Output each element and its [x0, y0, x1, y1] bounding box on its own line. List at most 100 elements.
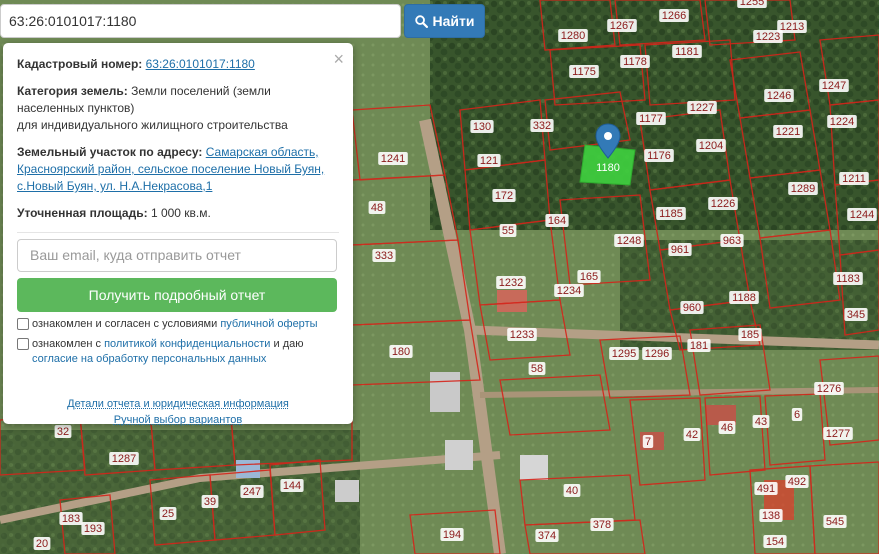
parcel-label[interactable]: 165	[580, 271, 598, 283]
parcel-label[interactable]: 961	[671, 244, 689, 256]
parcel-label[interactable]: 963	[723, 235, 741, 247]
parcel-label[interactable]: 1223	[756, 31, 780, 43]
get-report-button[interactable]: Получить подробный отчет	[17, 278, 337, 312]
parcel-label[interactable]: 1224	[830, 116, 854, 128]
parcel-label[interactable]: 1241	[381, 153, 405, 165]
parcel-label[interactable]: 960	[683, 302, 701, 314]
search-input[interactable]: 63:26:0101017:1180	[0, 4, 401, 38]
parcel-label[interactable]: 333	[375, 250, 393, 262]
parcel-label[interactable]: 181	[690, 340, 708, 352]
parcel-label[interactable]: 183	[62, 513, 80, 525]
parcel-label[interactable]: 138	[762, 510, 780, 522]
close-icon[interactable]: ×	[333, 50, 344, 68]
parcel-label[interactable]: 1244	[850, 209, 874, 221]
parcel-label[interactable]: 345	[847, 309, 865, 321]
parcel-label[interactable]: 332	[533, 120, 551, 132]
parcel-label[interactable]: 154	[766, 536, 784, 548]
category-label: Категория земель:	[17, 84, 128, 98]
privacy-checkbox[interactable]	[17, 338, 29, 350]
parcel-label[interactable]: 1232	[499, 277, 523, 289]
parcel-label[interactable]: 164	[548, 215, 566, 227]
parcel-label[interactable]: 1176	[647, 150, 671, 162]
parcel-label[interactable]: 374	[538, 530, 556, 542]
parcel-label[interactable]: 39	[204, 496, 216, 508]
area-value: 1 000 кв.м.	[150, 206, 211, 220]
parcel-label[interactable]: 1227	[690, 102, 714, 114]
parcel-label[interactable]: 1183	[836, 273, 860, 285]
parcel-label[interactable]: 1248	[617, 235, 641, 247]
privacy-consent-row: ознакомлен с политикой конфиденциальност…	[17, 337, 339, 367]
parcel-label[interactable]: 42	[686, 429, 698, 441]
parcel-label[interactable]: 25	[162, 508, 174, 520]
category-row: Категория земель: Земли поселений (земли…	[17, 83, 339, 134]
parcel-label[interactable]: 1276	[817, 383, 841, 395]
privacy-link[interactable]: политикой конфиденциальности	[104, 338, 270, 350]
search-icon	[414, 14, 428, 28]
parcel-label[interactable]: 378	[593, 519, 611, 531]
parcel-label[interactable]: 1213	[780, 21, 804, 33]
offer-text: ознакомлен и согласен с условиями	[32, 318, 218, 330]
parcel-label[interactable]: 1204	[699, 140, 723, 152]
privacy-text: ознакомлен с	[32, 338, 102, 350]
parcel-label[interactable]: 247	[243, 486, 261, 498]
parcel-label[interactable]: 1289	[791, 183, 815, 195]
parcel-label[interactable]: 1295	[612, 348, 636, 360]
cadastral-link[interactable]: 63:26:0101017:1180	[146, 57, 255, 71]
parcel-label[interactable]: 1296	[645, 348, 669, 360]
parcel-label[interactable]: 185	[741, 329, 759, 341]
parcel-label[interactable]: 492	[788, 476, 806, 488]
parcel-label[interactable]: 7	[645, 436, 651, 448]
parcel-label[interactable]: 1246	[767, 90, 791, 102]
parcel-label[interactable]: 1233	[510, 329, 534, 341]
offer-consent-row: ознакомлен и согласен с условиями публич…	[17, 317, 339, 332]
parcel-label[interactable]: 1221	[776, 126, 800, 138]
cadastral-row: Кадастровый номер: 63:26:0101017:1180	[17, 56, 339, 73]
parcel-label[interactable]: 1181	[675, 46, 699, 58]
email-field[interactable]: Ваш email, куда отправить отчет	[17, 239, 337, 272]
parcel-label[interactable]: 172	[495, 190, 513, 202]
parcel-label[interactable]: 46	[721, 422, 733, 434]
parcel-label[interactable]: 545	[826, 516, 844, 528]
parcel-label[interactable]: 1188	[732, 292, 756, 304]
parcel-label[interactable]: 48	[371, 202, 383, 214]
parcel-label[interactable]: 1266	[662, 10, 686, 22]
manual-choice-link[interactable]: Ручной выбор вариантов	[17, 412, 339, 428]
search-button[interactable]: Найти	[404, 4, 485, 38]
parcel-label[interactable]: 491	[757, 483, 775, 495]
parcel-label[interactable]: 20	[36, 538, 48, 550]
parcel-label[interactable]: 1255	[740, 0, 764, 8]
category-use: для индивидуального жилищного строительс…	[17, 118, 288, 132]
offer-checkbox[interactable]	[17, 318, 29, 330]
parcel-label[interactable]: 180	[392, 346, 410, 358]
parcel-label[interactable]: 1185	[659, 208, 683, 220]
parcel-label[interactable]: 1177	[639, 113, 663, 125]
offer-link[interactable]: публичной оферты	[220, 318, 317, 330]
parcel-label[interactable]: 1234	[557, 285, 581, 297]
parcel-label[interactable]: 6	[794, 409, 800, 421]
parcel-label[interactable]: 130	[473, 121, 491, 133]
parcel-label[interactable]: 144	[283, 480, 301, 492]
parcel-label[interactable]: 1178	[623, 56, 647, 68]
parcel-label[interactable]: 58	[531, 363, 543, 375]
search-button-label: Найти	[432, 13, 475, 29]
parcel-label[interactable]: 1211	[842, 173, 866, 185]
parcel-label[interactable]: 1267	[610, 20, 634, 32]
area-row: Уточненная площадь: 1 000 кв.м.	[17, 205, 339, 222]
parcel-label[interactable]: 1287	[112, 453, 136, 465]
parcel-label[interactable]: 1226	[711, 198, 735, 210]
parcel-label[interactable]: 55	[502, 225, 514, 237]
parcel-label[interactable]: 1247	[822, 80, 846, 92]
parcel-label[interactable]: 1277	[826, 428, 850, 440]
address-row: Земельный участок по адресу: Самарская о…	[17, 144, 339, 195]
parcel-label[interactable]: 121	[480, 155, 498, 167]
parcel-label[interactable]: 43	[755, 416, 767, 428]
parcel-label[interactable]: 194	[443, 529, 461, 541]
parcel-label[interactable]: 1280	[561, 30, 585, 42]
parcel-label[interactable]: 1175	[572, 66, 596, 78]
details-link[interactable]: Детали отчета и юридическая информация	[17, 396, 339, 412]
divider	[17, 232, 339, 233]
parcel-label[interactable]: 193	[84, 523, 102, 535]
parcel-info-popup: × Кадастровый номер: 63:26:0101017:1180 …	[3, 43, 353, 426]
personal-data-link[interactable]: согласие на обработку персональных данны…	[32, 353, 266, 365]
parcel-label[interactable]: 40	[566, 485, 578, 497]
